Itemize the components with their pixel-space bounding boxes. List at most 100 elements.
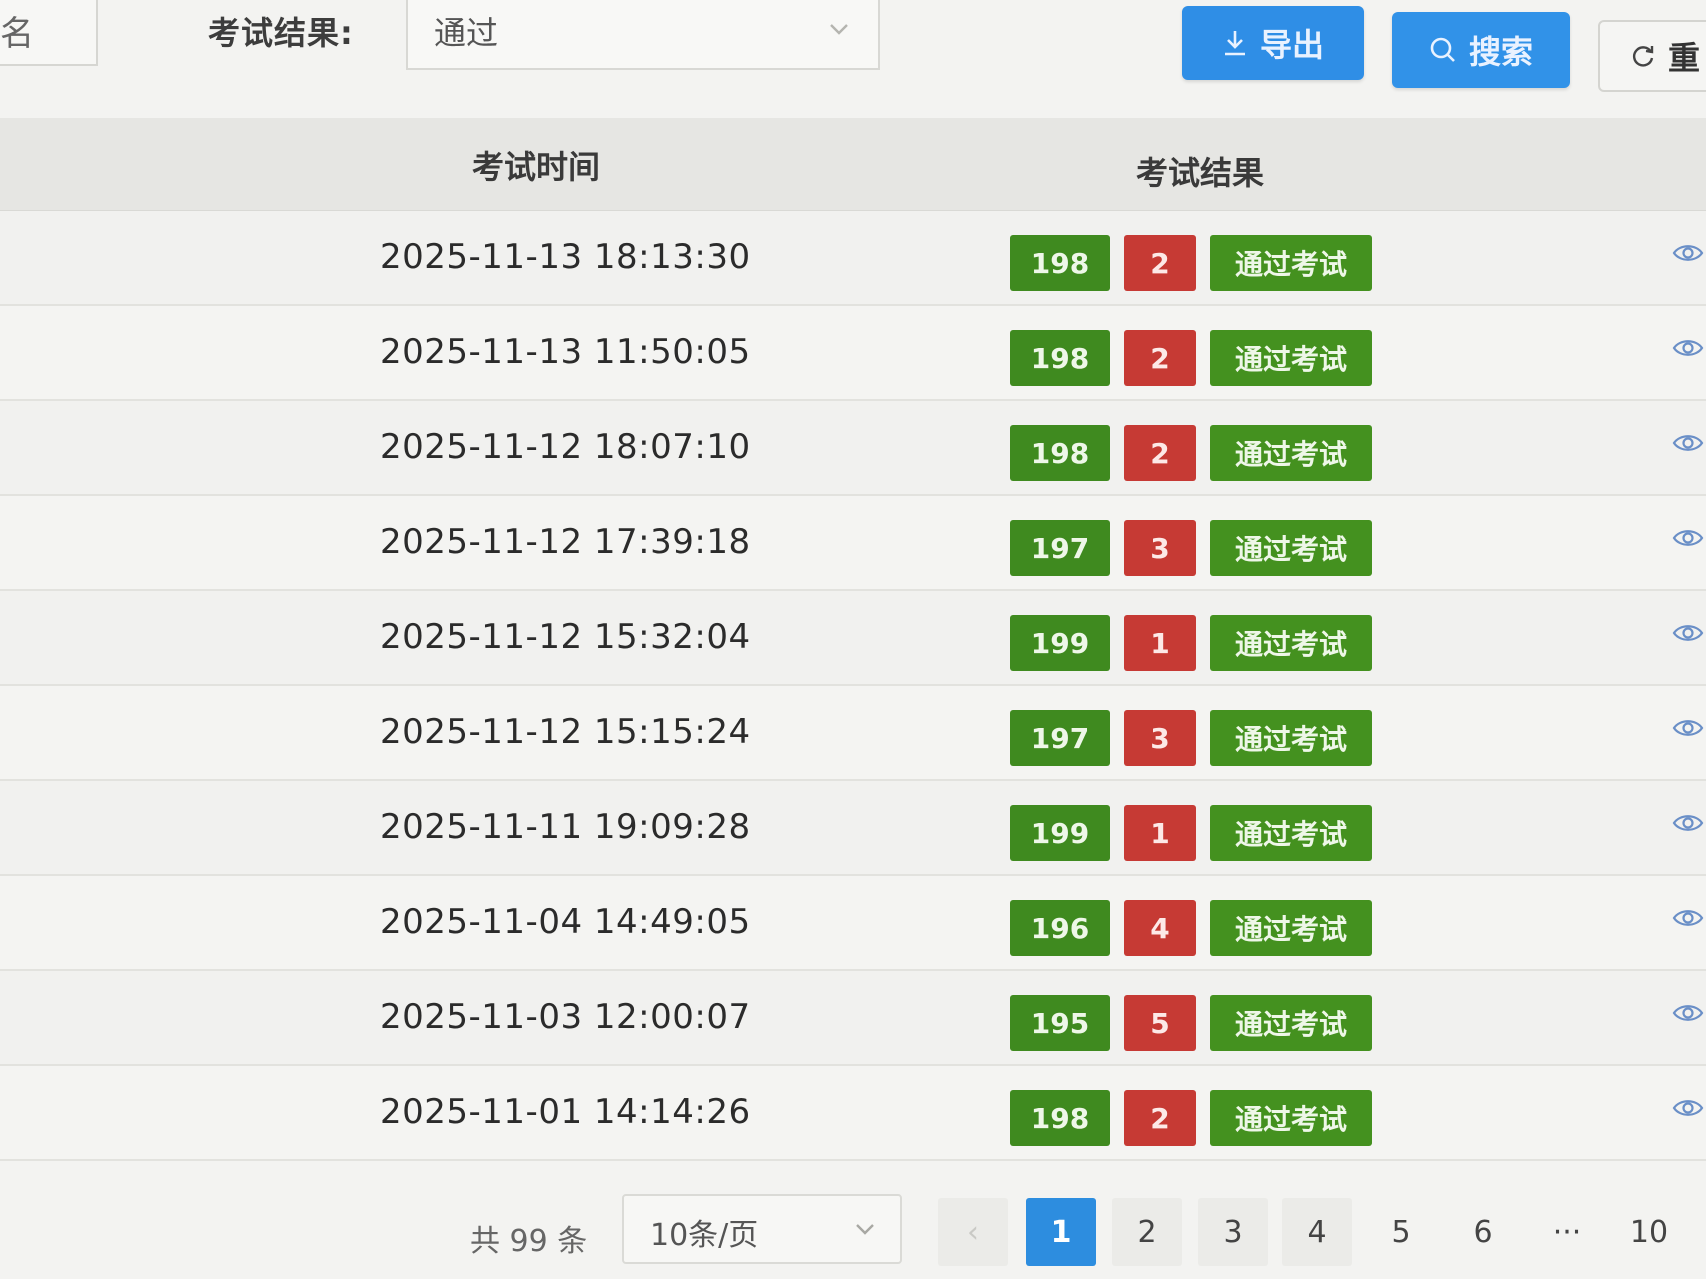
score-tag: 199 — [1010, 805, 1110, 861]
eye-icon[interactable] — [1672, 336, 1704, 360]
reset-label: 重 — [1668, 39, 1701, 77]
table-row: 2025-11-01 14:14:26 198 2 通过考试 — [0, 1066, 1706, 1161]
table-row: 2025-11-12 17:39:18 197 3 通过考试 — [0, 496, 1706, 591]
pass-status-tag: 通过考试 — [1210, 900, 1372, 956]
page-button[interactable]: 3 — [1198, 1198, 1268, 1266]
page-size-value: 10条/页 — [650, 1218, 759, 1253]
page-button[interactable]: 1 — [1026, 1198, 1096, 1266]
result-tags: 198 2 通过考试 — [1010, 425, 1372, 481]
result-tags: 197 3 通过考试 — [1010, 710, 1372, 766]
wrong-count-tag: 2 — [1124, 330, 1196, 386]
pagination: 共 99 条 10条/页 ‹ 1 2 3 4 5 6 ··· 10 — [0, 1180, 1706, 1279]
result-tags: 196 4 通过考试 — [1010, 900, 1372, 956]
score-tag: 198 — [1010, 425, 1110, 481]
result-filter-value: 通过 — [434, 14, 499, 52]
export-label: 导出 — [1259, 26, 1324, 64]
search-icon — [1430, 37, 1455, 62]
score-tag: 198 — [1010, 1090, 1110, 1146]
export-button[interactable]: 导出 — [1182, 6, 1364, 80]
pass-status-tag: 通过考试 — [1210, 615, 1372, 671]
chevron-down-icon — [856, 1224, 874, 1235]
eye-icon[interactable] — [1672, 621, 1704, 645]
total-count: 共 99 条 — [470, 1224, 588, 1259]
page-button[interactable]: 6 — [1448, 1198, 1518, 1266]
table-row: 2025-11-04 14:49:05 196 4 通过考试 — [0, 876, 1706, 971]
result-tags: 197 3 通过考试 — [1010, 520, 1372, 576]
download-icon — [1224, 31, 1245, 56]
exam-time: 2025-11-12 17:39:18 — [380, 522, 751, 562]
eye-icon[interactable] — [1672, 1096, 1704, 1120]
exam-time: 2025-11-11 19:09:28 — [380, 807, 751, 847]
exam-time: 2025-11-03 12:00:07 — [380, 997, 751, 1037]
exam-time: 2025-11-12 15:15:24 — [380, 712, 751, 752]
exam-time: 2025-11-01 14:14:26 — [380, 1092, 751, 1132]
result-tags: 199 1 通过考试 — [1010, 615, 1372, 671]
exam-records-table: 考试时间 考试结果 2025-11-13 18:13:30 198 2 通过考试 202… — [0, 118, 1706, 1161]
reset-button[interactable]: 重 — [1598, 20, 1706, 92]
wrong-count-tag: 1 — [1124, 615, 1196, 671]
eye-icon[interactable] — [1672, 716, 1704, 740]
score-tag: 196 — [1010, 900, 1110, 956]
page-button[interactable]: 4 — [1282, 1198, 1352, 1266]
exam-time: 2025-11-12 15:32:04 — [380, 617, 751, 657]
exam-time: 2025-11-13 18:13:30 — [380, 237, 751, 277]
result-tags: 199 1 通过考试 — [1010, 805, 1372, 861]
wrong-count-tag: 1 — [1124, 805, 1196, 861]
pass-status-tag: 通过考试 — [1210, 805, 1372, 861]
pass-status-tag: 通过考试 — [1210, 1090, 1372, 1146]
result-filter-label: 考试结果: — [208, 14, 354, 52]
table-header: 考试时间 考试结果 — [0, 118, 1706, 211]
score-tag: 197 — [1010, 520, 1110, 576]
table-body: 2025-11-13 18:13:30 198 2 通过考试 2025-11-13 11… — [0, 211, 1706, 1161]
result-tags: 198 2 通过考试 — [1010, 235, 1372, 291]
chevron-down-icon — [830, 24, 848, 35]
exam-time: 2025-11-04 14:49:05 — [380, 902, 751, 942]
pass-status-tag: 通过考试 — [1210, 330, 1372, 386]
pass-status-tag: 通过考试 — [1210, 235, 1372, 291]
wrong-count-tag: 5 — [1124, 995, 1196, 1051]
wrong-count-tag: 2 — [1124, 235, 1196, 291]
prev-page-button[interactable]: ‹ — [938, 1198, 1008, 1266]
eye-icon[interactable] — [1672, 906, 1704, 930]
eye-icon[interactable] — [1672, 526, 1704, 550]
wrong-count-tag: 2 — [1124, 425, 1196, 481]
wrong-count-tag: 4 — [1124, 900, 1196, 956]
exam-records-page: 名 考试结果: 通过 导出 搜索 重 考试时间 考试结果 2025-11-13 … — [0, 0, 1706, 1279]
table-row: 2025-11-13 11:50:05 198 2 通过考试 — [0, 306, 1706, 401]
page-button[interactable]: 5 — [1366, 1198, 1436, 1266]
score-tag: 197 — [1010, 710, 1110, 766]
score-tag: 199 — [1010, 615, 1110, 671]
page-ellipsis[interactable]: ··· — [1532, 1198, 1602, 1266]
column-header-result: 考试结果 — [1136, 154, 1265, 192]
table-row: 2025-11-11 19:09:28 199 1 通过考试 — [0, 781, 1706, 876]
name-field[interactable]: 名 — [0, 0, 98, 66]
filter-bar: 名 考试结果: 通过 导出 搜索 重 — [0, 0, 1706, 110]
result-tags: 198 2 通过考试 — [1010, 330, 1372, 386]
table-row: 2025-11-03 12:00:07 195 5 通过考试 — [0, 971, 1706, 1066]
page-size-select[interactable]: 10条/页 — [622, 1194, 902, 1264]
wrong-count-tag: 3 — [1124, 520, 1196, 576]
eye-icon[interactable] — [1672, 811, 1704, 835]
eye-icon[interactable] — [1672, 1001, 1704, 1025]
table-row: 2025-11-13 18:13:30 198 2 通过考试 — [0, 211, 1706, 306]
pass-status-tag: 通过考试 — [1210, 995, 1372, 1051]
page-button[interactable]: 2 — [1112, 1198, 1182, 1266]
pass-status-tag: 通过考试 — [1210, 710, 1372, 766]
eye-icon[interactable] — [1672, 241, 1704, 265]
name-field-label: 名 — [0, 14, 34, 54]
search-label: 搜索 — [1468, 33, 1533, 71]
eye-icon[interactable] — [1672, 431, 1704, 455]
result-filter-select[interactable]: 通过 — [406, 0, 880, 70]
score-tag: 195 — [1010, 995, 1110, 1051]
table-row: 2025-11-12 15:15:24 197 3 通过考试 — [0, 686, 1706, 781]
exam-time: 2025-11-12 18:07:10 — [380, 427, 751, 467]
page-button[interactable]: 10 — [1614, 1198, 1684, 1266]
search-button[interactable]: 搜索 — [1392, 12, 1570, 88]
pass-status-tag: 通过考试 — [1210, 520, 1372, 576]
wrong-count-tag: 3 — [1124, 710, 1196, 766]
result-tags: 198 2 通过考试 — [1010, 1090, 1372, 1146]
table-row: 2025-11-12 18:07:10 198 2 通过考试 — [0, 401, 1706, 496]
refresh-icon — [1632, 46, 1654, 67]
column-header-time: 考试时间 — [472, 148, 601, 186]
wrong-count-tag: 2 — [1124, 1090, 1196, 1146]
